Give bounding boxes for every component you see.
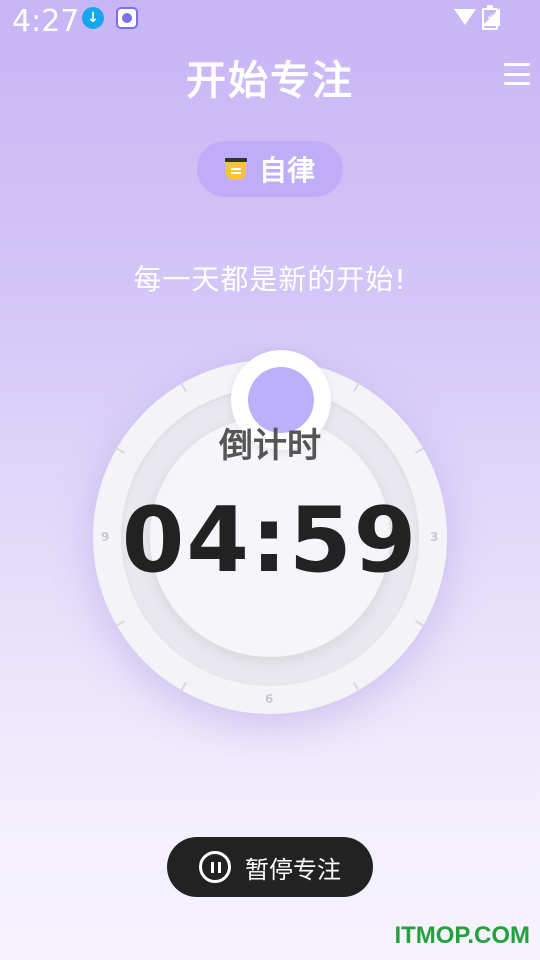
app-notification-icon xyxy=(116,7,138,29)
status-bar: 4:27 ↓ xyxy=(0,0,540,44)
status-time: 4:27 xyxy=(12,4,80,39)
motto-text: 每一天都是新的开始! xyxy=(133,263,407,296)
timer-countdown: 04:59 xyxy=(121,488,419,593)
pause-focus-button[interactable]: 暂停专注 xyxy=(167,837,373,897)
page-title: 开始专注 xyxy=(186,58,354,104)
notebook-icon xyxy=(224,158,247,180)
category-pill[interactable]: 自律 xyxy=(197,141,343,197)
timer-label: 倒计时 xyxy=(219,426,321,466)
battery-icon xyxy=(482,5,498,30)
watermark: ITMOP.COM xyxy=(394,922,530,949)
wifi-icon xyxy=(454,9,476,25)
download-icon: ↓ xyxy=(82,7,104,29)
pause-icon xyxy=(199,851,231,883)
dial-number-6: 6 xyxy=(265,692,274,706)
pause-label: 暂停专注 xyxy=(245,855,341,884)
category-label: 自律 xyxy=(258,154,315,187)
menu-icon[interactable] xyxy=(504,63,530,85)
